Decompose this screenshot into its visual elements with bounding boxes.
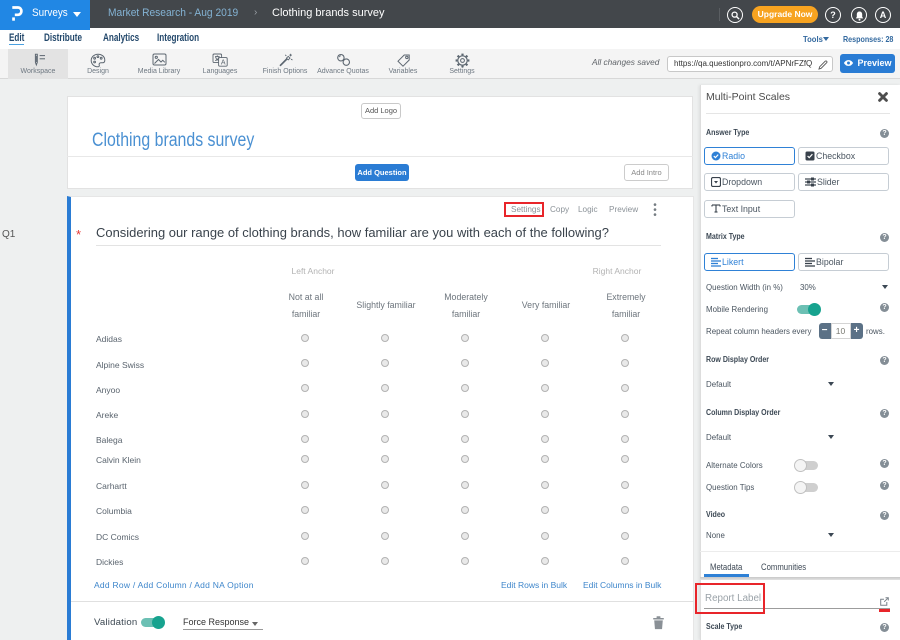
- svg-text:A: A: [221, 59, 226, 66]
